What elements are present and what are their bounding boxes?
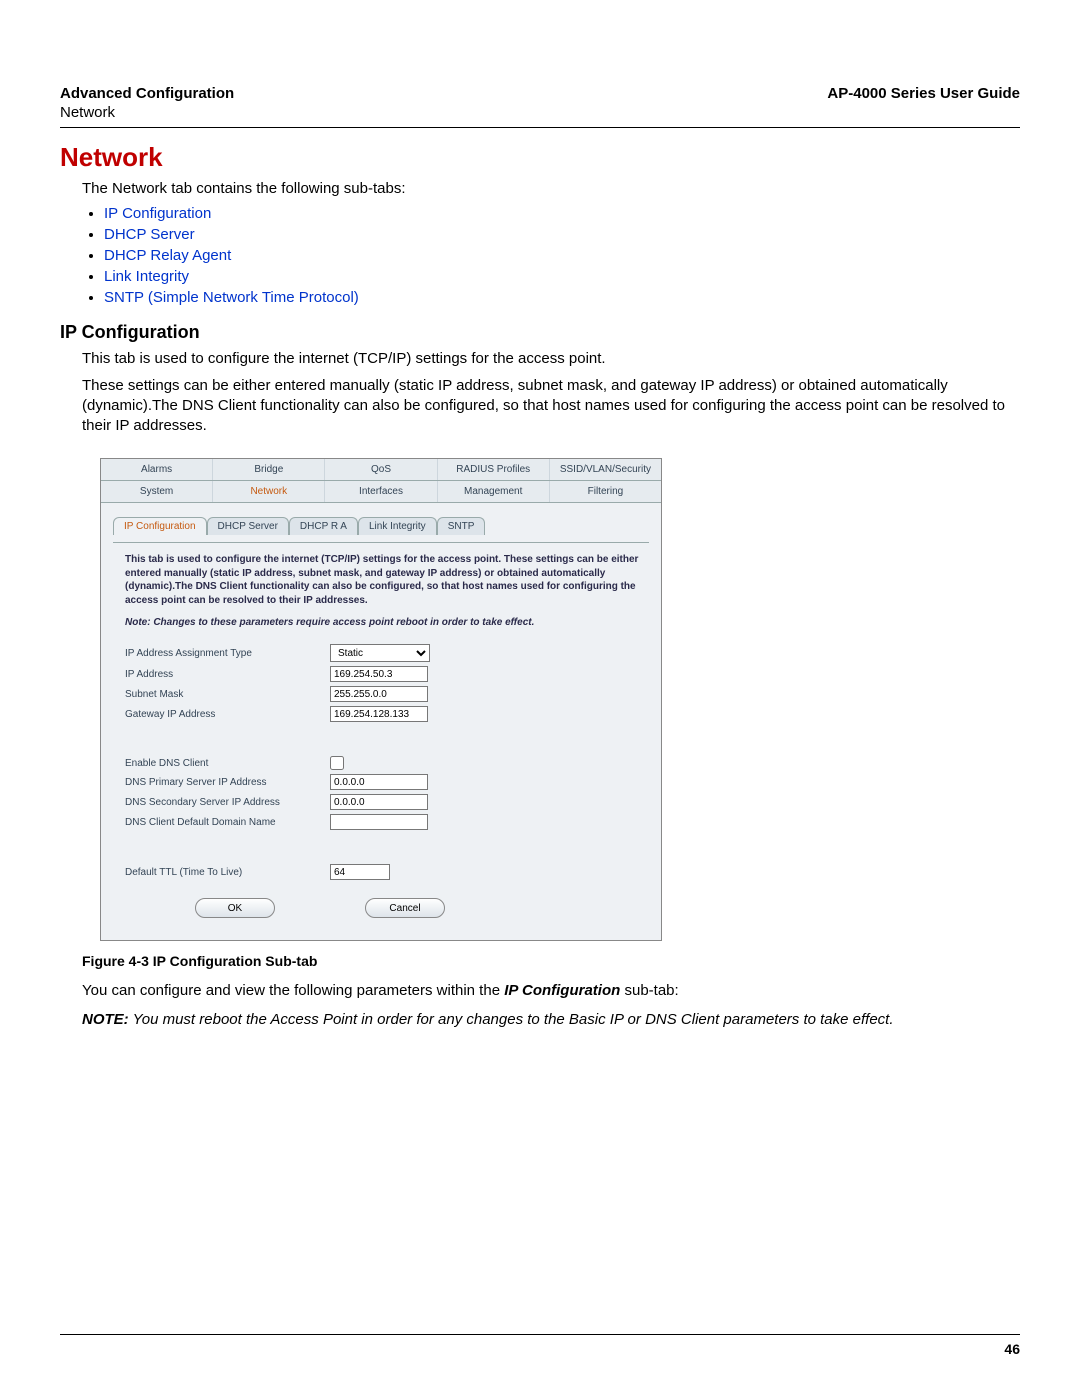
label-gateway: Gateway IP Address bbox=[125, 709, 330, 720]
link-ip-configuration[interactable]: IP Configuration bbox=[104, 205, 211, 222]
list-item: SNTP (Simple Network Time Protocol) bbox=[104, 289, 1020, 306]
input-ip-address[interactable] bbox=[330, 666, 428, 682]
label-ttl: Default TTL (Time To Live) bbox=[125, 867, 330, 878]
checkbox-enable-dns[interactable] bbox=[330, 756, 344, 770]
subtab-dhcp-ra[interactable]: DHCP R A bbox=[289, 517, 358, 535]
post-figure-p1: You can configure and view the following… bbox=[82, 981, 1020, 1001]
header-left-sub: Network bbox=[60, 104, 1020, 121]
input-dns-secondary[interactable] bbox=[330, 794, 428, 810]
page-footer: 46 bbox=[60, 1326, 1020, 1357]
link-link-integrity[interactable]: Link Integrity bbox=[104, 268, 189, 285]
subtab-link-list: IP Configuration DHCP Server DHCP Relay … bbox=[104, 205, 1020, 306]
label-ip-assignment: IP Address Assignment Type bbox=[125, 648, 330, 659]
subtab-sntp[interactable]: SNTP bbox=[437, 517, 486, 535]
list-item: IP Configuration bbox=[104, 205, 1020, 222]
section-title: Network bbox=[60, 142, 1020, 173]
input-ttl[interactable] bbox=[330, 864, 390, 880]
tab-interfaces[interactable]: Interfaces bbox=[325, 481, 437, 502]
tab-alarms[interactable]: Alarms bbox=[101, 459, 213, 480]
cancel-button[interactable]: Cancel bbox=[365, 898, 445, 918]
label-enable-dns: Enable DNS Client bbox=[125, 758, 330, 769]
label-ip-address: IP Address bbox=[125, 669, 330, 680]
tab-network[interactable]: Network bbox=[213, 481, 325, 502]
link-dhcp-server[interactable]: DHCP Server bbox=[104, 226, 195, 243]
tab-filtering[interactable]: Filtering bbox=[550, 481, 661, 502]
list-item: DHCP Relay Agent bbox=[104, 247, 1020, 264]
tab-ssid-vlan-security[interactable]: SSID/VLAN/Security bbox=[550, 459, 661, 480]
ip-config-heading: IP Configuration bbox=[60, 322, 1020, 343]
sub-tabs: IP Configuration DHCP Server DHCP R A Li… bbox=[113, 517, 649, 535]
list-item: DHCP Server bbox=[104, 226, 1020, 243]
top-tabs-row-2: System Network Interfaces Management Fil… bbox=[101, 481, 661, 503]
subtab-ip-configuration[interactable]: IP Configuration bbox=[113, 517, 207, 535]
tab-qos[interactable]: QoS bbox=[325, 459, 437, 480]
figure-caption: Figure 4-3 IP Configuration Sub-tab bbox=[82, 953, 1020, 969]
section-intro: The Network tab contains the following s… bbox=[82, 179, 1020, 199]
tab-description: This tab is used to configure the intern… bbox=[125, 553, 643, 607]
ok-button[interactable]: OK bbox=[195, 898, 275, 918]
list-item: Link Integrity bbox=[104, 268, 1020, 285]
tab-note: Note: Changes to these parameters requir… bbox=[125, 617, 643, 628]
label-dns-domain: DNS Client Default Domain Name bbox=[125, 817, 330, 828]
top-tabs-row-1: Alarms Bridge QoS RADIUS Profiles SSID/V… bbox=[101, 459, 661, 481]
header-rule bbox=[60, 127, 1020, 128]
link-sntp[interactable]: SNTP (Simple Network Time Protocol) bbox=[104, 289, 359, 306]
tab-management[interactable]: Management bbox=[438, 481, 550, 502]
header-right-title: AP-4000 Series User Guide bbox=[827, 85, 1020, 102]
label-dns-primary: DNS Primary Server IP Address bbox=[125, 777, 330, 788]
note-block: NOTE: You must reboot the Access Point i… bbox=[82, 1010, 1020, 1030]
select-ip-assignment[interactable]: Static bbox=[330, 644, 430, 662]
subtab-link-integrity[interactable]: Link Integrity bbox=[358, 517, 437, 535]
subtab-dhcp-server[interactable]: DHCP Server bbox=[207, 517, 289, 535]
page-number: 46 bbox=[60, 1341, 1020, 1357]
config-panel: Alarms Bridge QoS RADIUS Profiles SSID/V… bbox=[100, 458, 662, 941]
input-dns-domain[interactable] bbox=[330, 814, 428, 830]
input-subnet-mask[interactable] bbox=[330, 686, 428, 702]
link-dhcp-relay-agent[interactable]: DHCP Relay Agent bbox=[104, 247, 231, 264]
tab-system[interactable]: System bbox=[101, 481, 213, 502]
input-gateway[interactable] bbox=[330, 706, 428, 722]
header-left-title: Advanced Configuration bbox=[60, 85, 234, 102]
label-subnet-mask: Subnet Mask bbox=[125, 689, 330, 700]
ip-config-p2: These settings can be either entered man… bbox=[82, 376, 1020, 437]
label-dns-secondary: DNS Secondary Server IP Address bbox=[125, 797, 330, 808]
note-body: You must reboot the Access Point in orde… bbox=[129, 1011, 894, 1028]
input-dns-primary[interactable] bbox=[330, 774, 428, 790]
tab-bridge[interactable]: Bridge bbox=[213, 459, 325, 480]
note-lead: NOTE: bbox=[82, 1011, 129, 1028]
tab-radius-profiles[interactable]: RADIUS Profiles bbox=[438, 459, 550, 480]
ip-config-p1: This tab is used to configure the intern… bbox=[82, 349, 1020, 369]
